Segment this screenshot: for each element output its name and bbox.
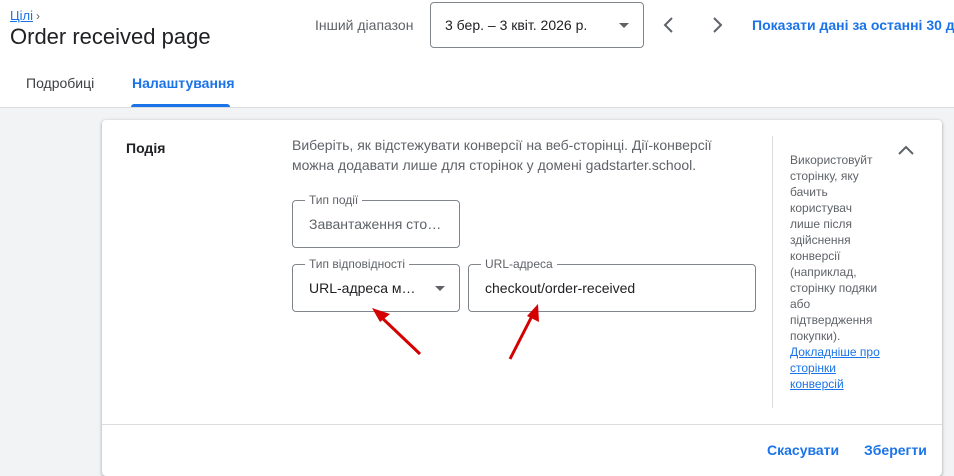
date-range-select[interactable]: 3 бер. – 3 квіт. 2026 р. (430, 2, 644, 48)
active-tab-indicator (131, 104, 230, 107)
section-description: Виберіть, як відстежувати конверсії на в… (292, 137, 712, 173)
collapse-button[interactable] (892, 136, 920, 164)
url-input[interactable]: URL-адреса checkout/order-received (468, 257, 756, 312)
dropdown-caret-icon (619, 23, 629, 28)
url-label: URL-адреса (481, 257, 557, 271)
save-button[interactable]: Зберегти (864, 442, 927, 458)
event-type-value: Завантаження стор… (309, 216, 449, 232)
event-type-label: Тип події (305, 193, 363, 207)
section-title: Подія (126, 140, 166, 156)
url-value: checkout/order-received (485, 280, 636, 296)
breadcrumb-goals-link[interactable]: Цілі (10, 8, 33, 23)
page-title: Order received page (10, 24, 211, 49)
date-range-value: 3 бер. – 3 квіт. 2026 р. (445, 17, 588, 33)
breadcrumb: Цілі › (10, 8, 40, 23)
tab-settings[interactable]: Налаштування (132, 75, 235, 91)
match-type-label: Тип відповідності (305, 257, 410, 271)
tab-details[interactable]: Подробиці (26, 75, 94, 91)
event-settings-card: Подія Виберіть, як відстежувати конверсі… (102, 120, 942, 476)
match-type-value: URL-адреса міс… (309, 280, 426, 296)
next-period-button[interactable] (702, 10, 732, 40)
show-last-30-days-link[interactable]: Показати дані за останні 30 д (752, 17, 954, 33)
chevron-up-icon (898, 145, 914, 155)
help-text: Використовуйт сторінку, яку бачить корис… (790, 153, 878, 343)
help-panel: Використовуйт сторінку, яку бачить корис… (790, 152, 884, 392)
page-header: Цілі › Order received page Інший діапазо… (0, 0, 954, 108)
event-type-field[interactable]: Тип події Завантаження стор… (292, 193, 460, 248)
chevron-right-icon (713, 17, 723, 33)
chevron-right-icon: › (35, 8, 40, 23)
dropdown-caret-icon (435, 286, 445, 291)
match-type-select[interactable]: Тип відповідності URL-адреса міс… (292, 257, 460, 312)
footer-divider (102, 424, 942, 425)
learn-more-link[interactable]: Докладніше про сторінки конверсій (790, 344, 884, 392)
vertical-divider (772, 136, 773, 408)
cancel-button[interactable]: Скасувати (767, 442, 839, 458)
previous-period-button[interactable] (654, 10, 684, 40)
chevron-left-icon (663, 17, 673, 33)
date-range-label: Інший діапазон (315, 17, 414, 33)
